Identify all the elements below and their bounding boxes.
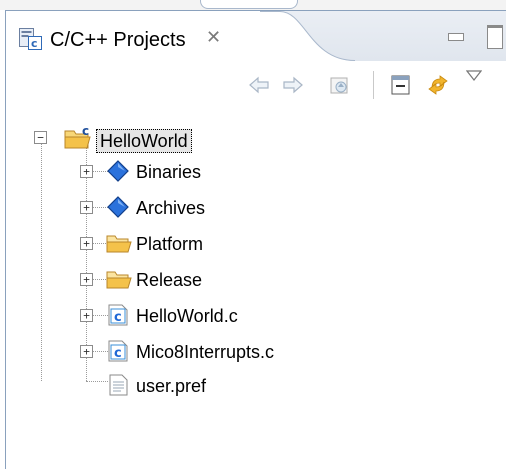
cpp-projects-view-icon: c — [19, 28, 42, 50]
folder-icon — [106, 235, 132, 253]
cpp-projects-view: c C/C++ Projects ✕ − c HelloWorld + Bina… — [5, 10, 506, 469]
tree-item-label: HelloWorld.c — [136, 306, 238, 326]
c-source-file-icon: c — [108, 340, 128, 362]
up-folder-icon[interactable] — [328, 73, 352, 97]
expand-toggle-icon[interactable]: + — [80, 345, 93, 358]
tree-item-label: Archives — [136, 198, 206, 218]
maximize-icon[interactable] — [487, 25, 503, 49]
svg-text:c: c — [82, 126, 89, 138]
archives-diamond-icon — [107, 196, 129, 218]
expand-toggle-icon[interactable]: + — [80, 273, 93, 286]
editor-tab-stub[interactable] — [200, 0, 298, 9]
forward-arrow-icon[interactable] — [281, 73, 305, 97]
tab-edge-curve — [260, 11, 356, 61]
expand-toggle-icon[interactable]: + — [80, 237, 93, 250]
view-toolbar — [6, 61, 506, 111]
top-strip — [0, 0, 506, 10]
tree-connector-root — [41, 143, 42, 381]
expand-toggle-icon[interactable]: + — [80, 201, 93, 214]
tree-item-label: user.pref — [136, 376, 207, 396]
close-icon[interactable]: ✕ — [206, 28, 224, 46]
tree-item-label: Platform — [136, 234, 204, 254]
svg-text:c: c — [114, 310, 122, 325]
tree-item-label: Binaries — [136, 162, 202, 182]
svg-text:c: c — [31, 37, 38, 50]
c-project-folder-icon: c — [64, 126, 91, 149]
expand-toggle-icon[interactable]: + — [80, 309, 93, 322]
back-arrow-icon[interactable] — [247, 73, 271, 97]
tree-branch-line — [86, 381, 108, 382]
svg-text:c: c — [114, 346, 122, 361]
text-file-icon — [109, 374, 128, 396]
folder-icon — [106, 271, 132, 289]
collapse-toggle-icon[interactable]: − — [34, 131, 47, 144]
view-title: C/C++ Projects — [50, 29, 186, 51]
link-editor-icon[interactable] — [426, 73, 450, 97]
expand-toggle-icon[interactable]: + — [80, 165, 93, 178]
c-source-file-icon: c — [108, 304, 128, 326]
tree-item-label: Release — [136, 270, 203, 290]
binaries-diamond-icon — [107, 160, 129, 182]
minimize-icon[interactable] — [448, 33, 464, 41]
tab-cpp-projects[interactable]: c C/C++ Projects ✕ — [6, 11, 276, 61]
tree-item-label: HelloWorld — [96, 129, 192, 153]
dropdown-triangle-icon[interactable] — [466, 69, 482, 83]
tree-item-label: Mico8Interrupts.c — [136, 342, 275, 362]
toolbar-separator — [373, 71, 374, 99]
project-tree: − c HelloWorld + Binaries + Archives + P… — [6, 111, 506, 469]
collapse-all-icon[interactable] — [389, 73, 413, 97]
view-tab-header: c C/C++ Projects ✕ — [6, 11, 506, 61]
